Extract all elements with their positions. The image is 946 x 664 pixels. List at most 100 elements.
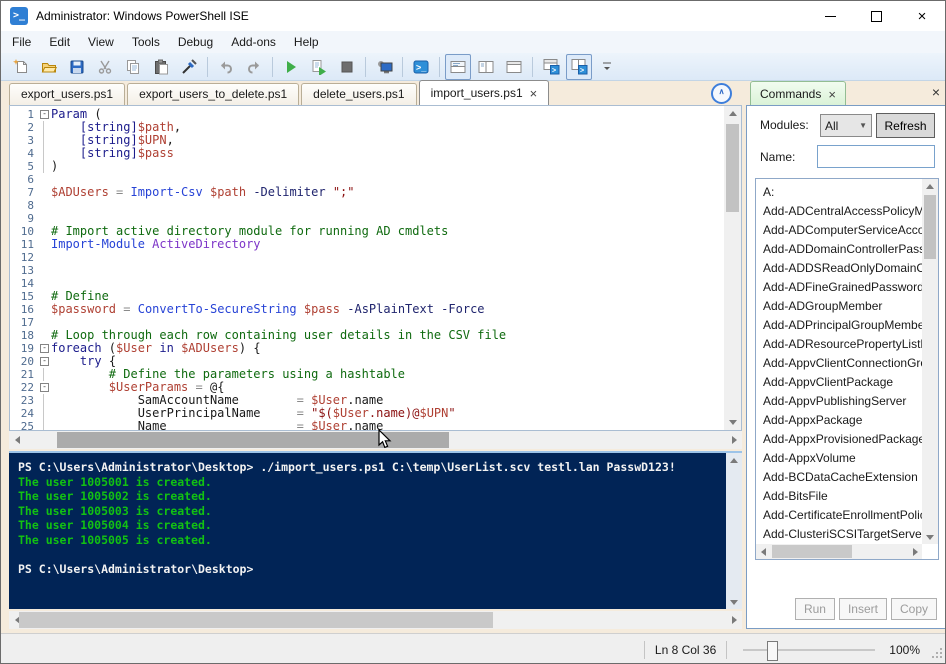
maximize-button[interactable] — [853, 1, 899, 31]
copy-button[interactable]: Copy — [890, 598, 937, 620]
show-script-pane-right-button[interactable] — [473, 54, 499, 80]
panel-close-icon[interactable]: × — [932, 84, 940, 100]
modules-dropdown[interactable]: All ▼ — [820, 114, 872, 137]
command-list-item[interactable]: Add-ADPrincipalGroupMember — [756, 316, 922, 335]
editor-vertical-scrollbar[interactable] — [724, 106, 741, 430]
scroll-down-button[interactable] — [726, 595, 742, 609]
menu-debug[interactable]: Debug — [169, 31, 222, 53]
command-list-item[interactable]: Add-ClusteriSCSITargetServerR — [756, 525, 922, 544]
insert-button[interactable]: Insert — [838, 598, 887, 620]
command-list[interactable]: A: Add-ADCentralAccessPolicyMe Add-ADCompu… — [755, 178, 939, 560]
redo-button[interactable] — [241, 54, 267, 80]
scroll-up-button[interactable] — [724, 106, 741, 121]
command-list-item[interactable]: Add-AppxVolume — [756, 449, 922, 468]
command-list-item[interactable]: Add-BitsFile — [756, 487, 922, 506]
cut-button[interactable] — [92, 54, 118, 80]
command-list-item[interactable]: Add-AppvPublishingServer — [756, 392, 922, 411]
command-list-item[interactable]: Add-AppxPackage — [756, 411, 922, 430]
menu-view[interactable]: View — [79, 31, 123, 53]
command-list-item[interactable]: Add-ADDSReadOnlyDomainCo — [756, 259, 922, 278]
console-vertical-scrollbar[interactable] — [726, 453, 742, 609]
tab-export_users-ps1[interactable]: export_users.ps1 — [9, 83, 126, 105]
copy-button[interactable] — [120, 54, 146, 80]
editor-horizontal-scrollbar[interactable] — [9, 431, 742, 449]
minimize-button[interactable] — [807, 1, 853, 31]
fold-gutter[interactable]: - — [39, 342, 51, 355]
show-script-pane-maximized-button[interactable] — [501, 54, 527, 80]
title-bar[interactable]: >_ Administrator: Windows PowerShell ISE… — [1, 1, 945, 31]
command-list-item[interactable]: Add-CertificateEnrollmentPolicy — [756, 506, 922, 525]
command-list-item[interactable]: Add-AppvClientConnectionGro — [756, 354, 922, 373]
menu-tools[interactable]: Tools — [123, 31, 169, 53]
command-list-item[interactable]: Add-ADResourcePropertyListM — [756, 335, 922, 354]
show-script-pane-top-button[interactable] — [445, 53, 471, 80]
scroll-right-button[interactable] — [726, 431, 742, 449]
refresh-button[interactable]: Refresh — [876, 113, 935, 138]
fold-collapse-icon[interactable]: - — [40, 344, 49, 353]
scroll-right-button[interactable] — [908, 544, 922, 559]
fold-gutter[interactable]: - — [39, 381, 51, 394]
script-pane-badge-right-button[interactable]: > — [566, 53, 592, 80]
script-pane-badge-top-button[interactable]: > — [538, 54, 564, 80]
command-list-item[interactable]: Add-ADCentralAccessPolicyMe — [756, 202, 922, 221]
menu-file[interactable]: File — [3, 31, 40, 53]
open-script-button[interactable] — [36, 54, 62, 80]
tab-import_users-ps1[interactable]: import_users.ps1 × — [418, 80, 550, 105]
resize-grip[interactable] — [930, 646, 942, 658]
fold-collapse-icon[interactable]: - — [40, 383, 49, 392]
command-list-item[interactable]: Add-ADComputerServiceAccou — [756, 221, 922, 240]
save-button[interactable] — [64, 54, 90, 80]
fold-collapse-icon[interactable]: - — [40, 357, 49, 366]
scroll-down-button[interactable] — [724, 415, 741, 430]
new-script-button[interactable] — [8, 54, 34, 80]
tab-delete_users-ps1[interactable]: delete_users.ps1 — [301, 83, 417, 105]
command-list-horizontal-scrollbar[interactable] — [756, 544, 922, 559]
command-list-hscroll-thumb[interactable] — [772, 545, 852, 558]
overflow-button[interactable] — [594, 54, 620, 80]
console-pane[interactable]: PS C:\Users\Administrator\Desktop> ./imp… — [9, 453, 742, 609]
menu-edit[interactable]: Edit — [40, 31, 79, 53]
commands-tab[interactable]: Commands × — [750, 81, 846, 106]
command-list-vertical-scrollbar[interactable] — [922, 179, 938, 544]
commands-tab-close-icon[interactable]: × — [828, 88, 836, 101]
run-script-button[interactable] — [278, 54, 304, 80]
stop-operation-button[interactable] — [334, 54, 360, 80]
scroll-down-button[interactable] — [922, 530, 938, 544]
start-powershell-exe-button[interactable]: >_ — [408, 54, 434, 80]
command-list-item[interactable]: Add-BCDataCacheExtension — [756, 468, 922, 487]
scroll-left-button[interactable] — [9, 431, 25, 449]
zoom-slider-handle[interactable] — [767, 640, 779, 661]
tab-export_users_to_delete-ps1[interactable]: export_users_to_delete.ps1 — [127, 83, 300, 105]
clear-console-pane-button[interactable] — [176, 54, 202, 80]
fold-gutter[interactable]: - — [39, 108, 51, 121]
paste-button[interactable] — [148, 54, 174, 80]
script-code[interactable]: 1- Param (2 [string]$path, 3 [string]$UPN,… — [10, 108, 724, 430]
close-button[interactable]: × — [899, 1, 945, 31]
zoom-slider[interactable] — [743, 640, 876, 661]
fold-collapse-icon[interactable]: - — [40, 110, 49, 119]
command-list-item[interactable]: Add-ADGroupMember — [756, 297, 922, 316]
command-list-vscroll-thumb[interactable] — [924, 195, 936, 259]
command-list-item[interactable]: A: — [756, 183, 922, 202]
menu-help[interactable]: Help — [285, 31, 328, 53]
script-editor-pane[interactable]: 1- Param (2 [string]$path, 3 [string]$UPN,… — [9, 105, 742, 431]
run-selection-button[interactable] — [306, 54, 332, 80]
editor-vscroll-thumb[interactable] — [726, 124, 739, 212]
new-remote-powershell-tab-button[interactable] — [371, 54, 397, 80]
scroll-up-button[interactable] — [726, 453, 742, 467]
fold-gutter[interactable]: - — [39, 355, 51, 368]
command-list-item[interactable]: Add-ADFineGrainedPasswordP — [756, 278, 922, 297]
console-horizontal-scrollbar[interactable] — [9, 611, 742, 629]
scroll-up-button[interactable] — [922, 179, 938, 193]
tab-close-icon[interactable]: × — [530, 87, 538, 100]
menu-addons[interactable]: Add-ons — [222, 31, 285, 53]
console-output[interactable]: PS C:\Users\Administrator\Desktop> ./imp… — [18, 460, 724, 609]
command-list-item[interactable]: Add-ADDomainControllerPassw — [756, 240, 922, 259]
console-hscroll-thumb[interactable] — [19, 612, 493, 628]
command-name-input[interactable] — [817, 145, 935, 168]
run-button[interactable]: Run — [794, 598, 835, 620]
command-list-item[interactable]: Add-AppxProvisionedPackage — [756, 430, 922, 449]
command-list-item[interactable]: Add-AppvClientPackage — [756, 373, 922, 392]
scroll-right-button[interactable] — [726, 611, 742, 629]
collapse-script-pane-button[interactable]: ∧ — [711, 83, 732, 104]
